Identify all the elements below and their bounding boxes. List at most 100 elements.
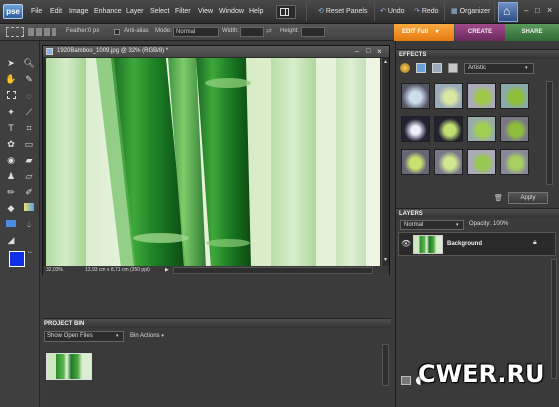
info-arrow-icon[interactable]: ▶ [165,266,169,275]
menu-edit[interactable]: Edit [50,8,62,15]
document-close-icon[interactable]: × [377,46,382,57]
swap-icon[interactable]: ⇄ [266,27,272,35]
eye-icon[interactable]: 👁︎ [401,239,411,248]
menu-window[interactable]: Window [219,8,244,15]
menu-filter[interactable]: Filter [175,8,191,15]
menu-view[interactable]: View [198,8,213,15]
marquee-preset-icon[interactable] [6,27,24,37]
apply-button[interactable]: Apply [508,192,548,204]
blur-tool-icon[interactable]: 💧︎ [22,218,36,231]
bin-scrollbar[interactable] [382,344,389,386]
vertical-scrollbar[interactable]: ▲ ▼ [381,58,389,266]
effect-thumbnail[interactable] [401,83,430,109]
undo-button[interactable]: ↶ Undo [380,5,405,19]
antialias-checkbox[interactable] [114,29,120,35]
zoom-level[interactable]: 32,03% [46,266,63,275]
cookie-cutter-tool-icon[interactable]: ✿ [4,138,18,151]
shape-tool-icon[interactable] [4,218,18,231]
effects-scrollbar[interactable] [546,81,553,185]
effect-thumbnail[interactable] [434,116,463,142]
effect-thumbnail[interactable] [500,116,529,142]
document-minimize-icon[interactable]: – [355,46,359,57]
close-icon[interactable]: × [547,5,552,15]
magic-wand-tool-icon[interactable]: ✦ [4,106,18,119]
height-field[interactable] [301,27,325,37]
minimize-icon[interactable]: – [524,6,528,15]
effect-thumbnail[interactable] [500,149,529,175]
marquee-tool-icon[interactable] [4,90,18,103]
effect-thumbnail[interactable] [401,149,430,175]
menu-enhance[interactable]: Enhance [94,8,122,15]
layers-panel-header[interactable]: LAYERS [396,208,559,218]
bin-actions-menu[interactable]: Bin Actions ▾ [130,333,164,339]
selection-mode-icons[interactable] [28,28,56,36]
effect-thumbnail[interactable] [434,149,463,175]
blend-mode-select[interactable]: Normal ▾ [400,220,464,230]
sponge-tool-icon[interactable]: ◢ [4,234,18,247]
document-maximize-icon[interactable]: □ [366,46,370,57]
image-canvas[interactable] [46,58,380,268]
layer-styles-icon[interactable] [416,63,426,73]
foreground-color-swatch[interactable] [9,251,25,267]
all-effects-icon[interactable] [448,63,458,73]
reset-panels-button[interactable]: ⟲ Reset Panels [318,5,367,19]
layer-row[interactable]: 👁︎ Background 🔒︎ [398,232,556,256]
swap-colors-icon[interactable]: ↔ [27,249,33,255]
clone-stamp-tool-icon[interactable]: ♟ [4,170,18,183]
tab-edit-full[interactable]: EDIT Full ▾ [394,24,454,41]
selection-brush-tool-icon[interactable]: ⟋ [22,106,36,119]
scroll-up-icon[interactable]: ▲ [383,59,388,65]
bin-thumbnail[interactable] [46,353,92,380]
menu-help[interactable]: Help [249,8,263,15]
hand-tool-icon[interactable]: ✋ [4,73,18,86]
eraser-tool-icon[interactable]: ▱ [22,170,36,183]
lasso-tool-icon[interactable]: ◌ [22,90,36,103]
project-bin-header[interactable]: PROJECT BIN [42,318,391,328]
bin-filter-select[interactable]: Show Open Files ▾ [44,331,124,342]
photo-effects-icon[interactable] [432,63,442,73]
smart-brush-tool-icon[interactable]: ✐ [22,186,36,199]
effects-category-select[interactable]: Artistic ▾ [464,63,534,74]
straighten-tool-icon[interactable]: ▭ [22,138,36,151]
menu-layer[interactable]: Layer [126,8,144,15]
move-tool-icon[interactable]: ➤ [4,57,18,70]
red-eye-tool-icon[interactable]: ◉ [4,154,18,167]
brush-tool-icon[interactable]: ✏ [4,186,18,199]
trash-icon[interactable]: 🗑︎ [494,194,503,202]
menu-image[interactable]: Image [69,8,88,15]
tab-create[interactable]: CREATE [455,24,505,41]
menu-select[interactable]: Select [150,8,169,15]
feather-field[interactable]: 0 px [88,28,99,34]
width-field[interactable] [240,27,264,37]
effect-thumbnail[interactable] [434,83,463,109]
mode-select[interactable]: Normal [173,27,219,37]
menu-file[interactable]: File [31,8,42,15]
type-tool-icon[interactable]: T [4,122,18,135]
paint-bucket-tool-icon[interactable]: ◆ [4,202,18,215]
redo-button[interactable]: ↷ Redo [414,5,439,19]
spot-healing-tool-icon[interactable]: ▰ [22,154,36,167]
arrange-button[interactable] [276,5,296,19]
maximize-icon[interactable]: □ [535,6,540,15]
tab-share[interactable]: SHARE [505,24,559,41]
new-layer-icon[interactable] [401,376,411,385]
layers-scrollbar[interactable] [551,259,557,379]
filters-icon[interactable] [400,63,410,73]
scroll-down-icon[interactable]: ▼ [383,257,388,263]
organizer-button[interactable]: ▦ Organizer [451,5,490,19]
zoom-tool-icon[interactable]: 🔍︎ [22,57,36,70]
home-button[interactable]: ⌂ [498,2,518,22]
effect-thumbnail[interactable] [401,116,430,142]
tab-edit-label: EDIT Full [402,29,428,35]
crop-tool-icon[interactable]: ⌗ [22,122,36,135]
effect-thumbnail[interactable] [467,116,496,142]
effect-thumbnail[interactable] [500,83,529,109]
horizontal-scrollbar[interactable] [173,267,373,274]
effect-thumbnail[interactable] [467,83,496,109]
gradient-tool-icon[interactable] [22,202,36,215]
document-title-bar[interactable]: 1920Bamboo_1009.jpg @ 32% (RGB/8) * – □ … [43,46,389,57]
effect-thumbnail[interactable] [467,149,496,175]
eyedropper-tool-icon[interactable]: ✎ [22,73,36,86]
opacity-value[interactable]: 100% [493,221,508,227]
effects-panel-header[interactable]: EFFECTS [396,49,559,59]
